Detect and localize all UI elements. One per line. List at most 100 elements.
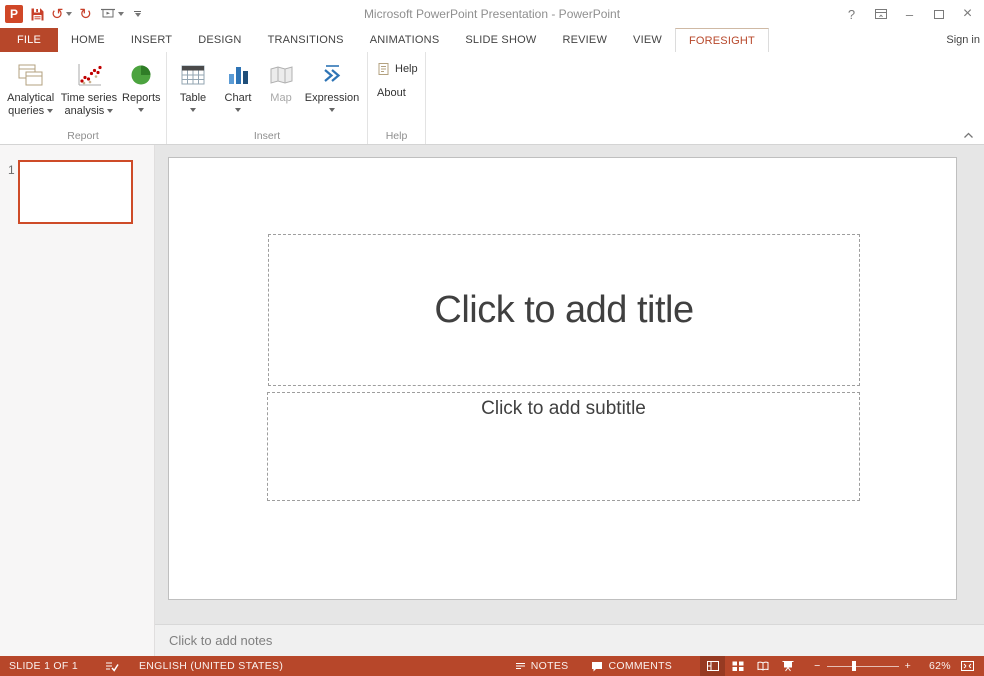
- tab-animations[interactable]: ANIMATIONS: [357, 28, 453, 52]
- group-label-help: Help: [368, 130, 425, 142]
- help-doc-icon: [377, 62, 390, 76]
- ribbon-display-options-icon: [874, 8, 888, 20]
- minimize-icon: –: [906, 7, 913, 22]
- tab-view[interactable]: VIEW: [620, 28, 675, 52]
- comments-toggle-button[interactable]: COMMENTS: [584, 656, 678, 676]
- group-label-insert: Insert: [167, 130, 367, 142]
- dropdown-arrow-icon: [235, 108, 241, 112]
- slide-show-view-button[interactable]: [775, 656, 800, 676]
- tab-foresight[interactable]: FORESIGHT: [675, 28, 769, 52]
- comments-icon: [590, 660, 604, 673]
- spell-check-button[interactable]: [98, 656, 125, 676]
- normal-view-button[interactable]: [700, 656, 725, 676]
- chart-label: Chart: [225, 92, 252, 105]
- analytical-queries-button[interactable]: Analytical queries: [3, 55, 58, 129]
- slide-indicator: SLIDE 1 OF 1: [3, 656, 84, 676]
- tab-transitions[interactable]: TRANSITIONS: [255, 28, 357, 52]
- zoom-slider[interactable]: [827, 656, 899, 676]
- undo-button[interactable]: ↺: [51, 3, 72, 25]
- maximize-icon: [934, 10, 944, 19]
- tab-review[interactable]: REVIEW: [549, 28, 620, 52]
- customize-qat-button[interactable]: [130, 3, 146, 25]
- minimize-button[interactable]: –: [895, 1, 924, 27]
- language-button[interactable]: ENGLISH (UNITED STATES): [133, 656, 289, 676]
- dropdown-arrow-icon: [329, 108, 335, 112]
- time-series-analysis-button[interactable]: Time series analysis: [58, 55, 119, 129]
- subtitle-placeholder[interactable]: Click to add subtitle: [267, 392, 860, 501]
- fit-to-window-icon: [960, 660, 975, 672]
- fit-slide-to-window-button[interactable]: [955, 656, 980, 676]
- zoom-out-button[interactable]: −: [812, 656, 822, 676]
- tab-insert[interactable]: INSERT: [118, 28, 185, 52]
- slide-editing-area: Click to add title Click to add subtitle: [155, 145, 984, 624]
- map-button: Map: [260, 55, 302, 129]
- zoom-slider-track: [827, 666, 899, 667]
- slide-thumbnail-panel: 1: [0, 145, 155, 656]
- analytical-queries-icon: [16, 58, 46, 92]
- zoom-level-button[interactable]: 62%: [923, 656, 955, 676]
- tab-file[interactable]: FILE: [0, 28, 58, 52]
- start-dropdown-icon[interactable]: [118, 12, 124, 16]
- chart-button[interactable]: Chart: [216, 55, 260, 129]
- dropdown-arrow-icon: [107, 109, 113, 113]
- title-bar: P ↺ ↻ Micro: [0, 0, 984, 28]
- tab-design[interactable]: DESIGN: [185, 28, 254, 52]
- maximize-button[interactable]: [924, 1, 953, 27]
- slide-show-icon: [781, 660, 795, 672]
- reports-button[interactable]: Reports: [120, 55, 163, 129]
- time-series-label-1: Time series: [61, 92, 117, 105]
- notes-toggle-button[interactable]: NOTES: [508, 656, 575, 676]
- undo-dropdown-icon[interactable]: [66, 12, 72, 16]
- spell-check-icon: [104, 660, 119, 673]
- analytical-queries-label-2: queries: [8, 105, 44, 117]
- table-icon: [179, 58, 207, 92]
- reading-view-button[interactable]: [750, 656, 775, 676]
- title-placeholder[interactable]: Click to add title: [268, 234, 860, 386]
- help-button[interactable]: ?: [837, 1, 866, 27]
- collapse-ribbon-button[interactable]: [963, 132, 974, 139]
- start-from-beginning-button[interactable]: [100, 3, 124, 25]
- tab-home[interactable]: HOME: [58, 28, 118, 52]
- reading-view-icon: [756, 660, 770, 672]
- about-button[interactable]: About: [377, 83, 418, 103]
- ribbon-display-options-button[interactable]: [866, 1, 895, 27]
- group-label-report: Report: [0, 130, 166, 142]
- status-right: NOTES COMMENTS: [508, 656, 984, 676]
- close-button[interactable]: ×: [953, 1, 982, 27]
- zoom-in-button[interactable]: +: [903, 656, 913, 676]
- zoom-slider-thumb[interactable]: [852, 661, 856, 671]
- dropdown-arrow-icon: [47, 109, 53, 113]
- chart-icon: [224, 58, 252, 92]
- save-icon: [30, 7, 45, 22]
- comments-toggle-label: COMMENTS: [608, 660, 672, 672]
- time-series-analysis-icon: [74, 58, 104, 92]
- powerpoint-app-icon[interactable]: P: [5, 5, 23, 23]
- redo-button[interactable]: ↻: [78, 3, 94, 25]
- dropdown-arrow-icon: [190, 108, 196, 112]
- ribbon-group-help: Help About Help: [368, 52, 426, 144]
- slide-sorter-view-button[interactable]: [725, 656, 750, 676]
- customize-qat-arrow-icon: [135, 13, 141, 17]
- slide-canvas[interactable]: Click to add title Click to add subtitle: [168, 157, 957, 600]
- zoom-out-icon: −: [814, 660, 820, 672]
- save-button[interactable]: [29, 3, 45, 25]
- notes-pane[interactable]: Click to add notes: [155, 624, 984, 656]
- reports-icon: [128, 58, 154, 92]
- slide-number: 1: [8, 163, 15, 177]
- start-presentation-icon: [100, 8, 116, 21]
- expression-button[interactable]: Expression: [302, 55, 362, 129]
- table-button[interactable]: Table: [170, 55, 216, 129]
- help-ribbon-button[interactable]: Help: [377, 59, 418, 79]
- tab-slide-show[interactable]: SLIDE SHOW: [452, 28, 549, 52]
- redo-icon: ↻: [79, 7, 92, 22]
- expression-label: Expression: [305, 92, 359, 105]
- close-icon: ×: [963, 5, 972, 23]
- ribbon-group-report: Analytical queries Time series analysis …: [0, 52, 167, 144]
- time-series-label-2: analysis: [65, 105, 105, 117]
- map-label: Map: [270, 92, 291, 105]
- map-icon: [267, 58, 295, 92]
- slide-thumbnail[interactable]: [18, 160, 133, 224]
- sign-in-link[interactable]: Sign in: [946, 28, 980, 52]
- ribbon: Analytical queries Time series analysis …: [0, 52, 984, 145]
- title-placeholder-text: Click to add title: [434, 289, 693, 332]
